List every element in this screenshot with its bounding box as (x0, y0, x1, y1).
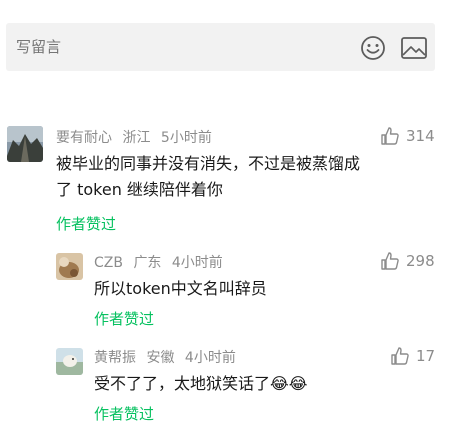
author-name[interactable]: 要有耐心 (56, 130, 112, 146)
author-liked-badge: 作者赞过 (94, 310, 155, 328)
location: 安徽 (146, 350, 175, 366)
image-icon[interactable] (401, 37, 427, 59)
comment-text-line: 所以token中文名叫辞员 (94, 279, 267, 298)
author-liked-badge: 作者赞过 (56, 215, 117, 233)
timestamp: 4小时前 (171, 255, 223, 271)
comment-text: 被毕业的同事并没有消失，不过是被蒸馏成 了 token 继续陪伴着你 (56, 151, 431, 203)
thumbs-up-icon (381, 252, 399, 270)
author-liked-badge: 作者赞过 (94, 405, 155, 423)
emoji: 😂😂 (270, 374, 308, 393)
avatar[interactable] (7, 126, 43, 162)
comment-text-line: 被毕业的同事并没有消失，不过是被蒸馏成 (56, 154, 361, 173)
author-name[interactable]: 黄帮振 (94, 350, 136, 366)
like-button[interactable]: 314 (380, 126, 435, 146)
timestamp: 4小时前 (184, 350, 236, 366)
location: 广东 (133, 255, 162, 271)
comment-text-line: 了 token 继续陪伴着你 (56, 180, 223, 199)
avatar[interactable] (56, 253, 83, 280)
timestamp: 5小时前 (160, 130, 212, 146)
location: 浙江 (122, 130, 151, 146)
like-count: 298 (406, 252, 435, 270)
comment-text: 受不了了，太地狱笑话了😂😂 (94, 371, 434, 397)
like-count: 314 (406, 127, 435, 145)
like-count: 17 (416, 347, 436, 365)
comment-text-line: 受不了了，太地狱笑话了 (94, 374, 271, 393)
comment-input[interactable] (16, 23, 316, 71)
comment-meta: 要有耐心 浙江 5小时前 (56, 127, 218, 147)
comment-meta: 黄帮振 安徽 4小时前 (94, 347, 242, 367)
smiley-icon[interactable] (360, 35, 386, 61)
author-name[interactable]: CZB (94, 255, 123, 271)
like-button[interactable]: 298 (380, 251, 435, 271)
comment-meta: CZB 广东 4小时前 (94, 252, 229, 272)
thumbs-up-icon (391, 347, 409, 365)
like-button[interactable]: 17 (390, 346, 435, 366)
avatar[interactable] (56, 348, 83, 375)
thumbs-up-icon (381, 127, 399, 145)
comment-composer[interactable] (6, 23, 435, 71)
comment-text: 所以token中文名叫辞员 (94, 276, 434, 302)
